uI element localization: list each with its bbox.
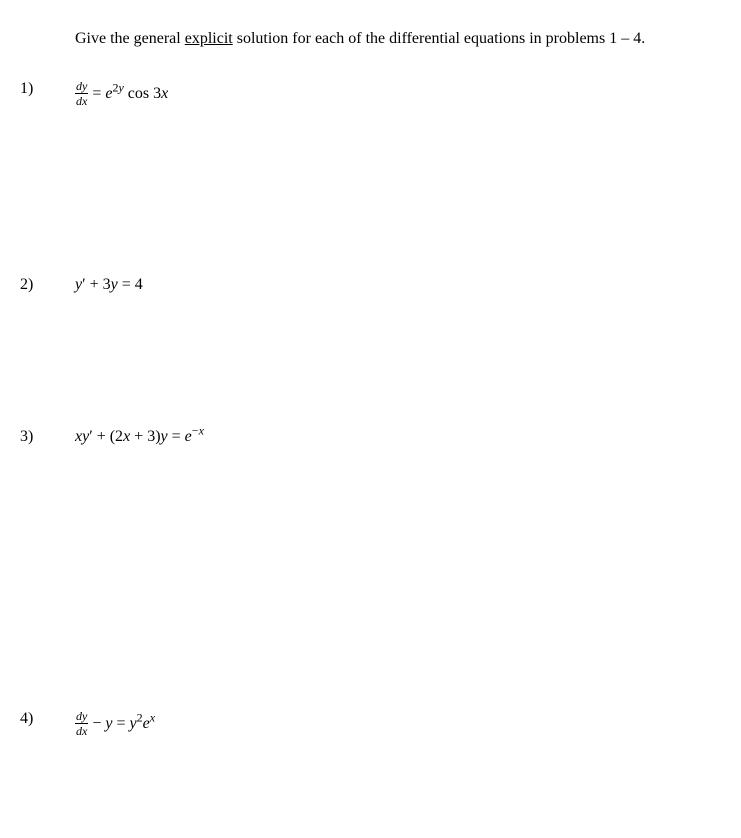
problem-2-equation: y′ + 3y = 4: [75, 272, 143, 294]
problem-4-equation: dydx − y = y2ex: [75, 706, 155, 737]
instructions-prefix: Give the general: [75, 30, 185, 47]
instructions-text: Give the general explicit solution for e…: [75, 30, 721, 48]
problem-4-row: 4) dydx − y = y2ex: [20, 706, 721, 737]
spacer-2: [20, 294, 721, 424]
instructions-underlined: explicit: [185, 30, 233, 47]
instructions-suffix: solution for each of the differential eq…: [233, 30, 646, 47]
problem-3-row: 3) xy′ + (2x + 3)y = e−x: [20, 424, 721, 446]
problem-1-equation: dydx = e2y cos 3x: [75, 76, 168, 107]
problem-3-equation: xy′ + (2x + 3)y = e−x: [75, 424, 204, 446]
problem-1-row: 1) dydx = e2y cos 3x: [20, 76, 721, 107]
problem-4-number: 4): [20, 706, 75, 728]
problem-2-row: 2) y′ + 3y = 4: [20, 272, 721, 294]
problem-1-number: 1): [20, 76, 75, 98]
spacer-1: [20, 107, 721, 272]
problem-2-number: 2): [20, 272, 75, 294]
spacer-3: [20, 446, 721, 706]
problem-3-number: 3): [20, 424, 75, 446]
